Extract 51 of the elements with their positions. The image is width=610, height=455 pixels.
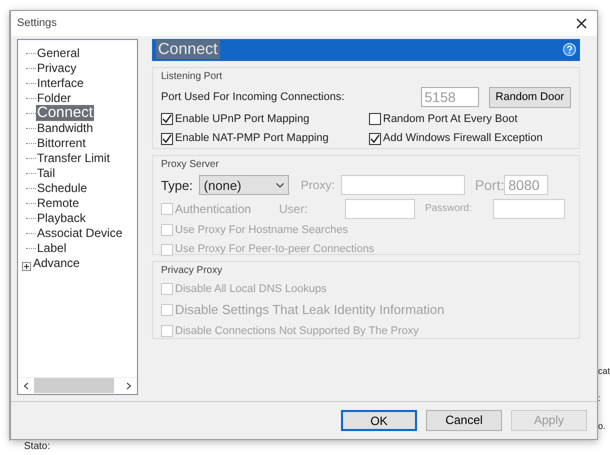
tree-item[interactable]: Tail <box>36 166 56 180</box>
checkbox[interactable] <box>161 113 173 126</box>
tree-item[interactable]: Associat Device <box>36 226 124 240</box>
dialog-button[interactable]: Cancel <box>426 410 502 431</box>
checkbox-label: Authentication <box>175 200 252 218</box>
field-label: Port Used For Incoming Connections: <box>161 90 346 106</box>
checkbox-label: Use Proxy For Hostname Searches <box>175 222 348 238</box>
checkbox-label: Enable NAT-PMP Port Mapping <box>175 131 329 146</box>
field-label: Proxy: <box>300 177 335 194</box>
field-label: Type: <box>161 176 193 195</box>
tree-item[interactable]: Schedule <box>36 181 88 196</box>
help-icon[interactable] <box>563 42 576 58</box>
field-label: User: <box>279 200 309 218</box>
text-fragment: cat <box>598 364 610 378</box>
checkbox-label: Add Windows Firewall Exception <box>383 131 543 146</box>
checkbox-label: Random Port At Every Boot <box>383 112 518 127</box>
status-label: Stato: <box>23 441 52 453</box>
group-title: Proxy Server <box>161 158 220 172</box>
checkbox-label: Disable Connections Not Supported By The Proxy <box>175 324 419 339</box>
tree-item[interactable]: Interface <box>36 76 85 90</box>
field-label: Port: <box>474 176 504 195</box>
text-fragment: o. <box>598 420 607 432</box>
dialog-button[interactable]: OK <box>341 410 417 431</box>
random-port-button[interactable]: Random Door <box>488 86 571 108</box>
tree-item[interactable]: General <box>36 46 81 60</box>
tree-item[interactable]: Advance <box>32 256 81 270</box>
horizontal-scrollbar[interactable] <box>18 376 137 394</box>
checkbox[interactable] <box>369 132 381 145</box>
text-fragment: : <box>598 392 602 405</box>
checkbox-label: Enable UPnP Port Mapping <box>175 112 310 127</box>
tree-item[interactable]: Bandwidth <box>36 121 94 136</box>
panel-title: Connect <box>156 40 220 60</box>
tree-item[interactable]: Bittorrent <box>36 136 87 150</box>
checkbox[interactable] <box>161 132 173 145</box>
checkbox-label: Use Proxy For Peer-to-peer Connections <box>175 242 374 258</box>
field-label: Password: <box>425 202 473 216</box>
tree-item[interactable]: Folder <box>36 91 72 106</box>
checkbox-label: Disable Settings That Leak Identity Information <box>175 301 444 320</box>
tree-item[interactable]: Remote <box>36 196 80 210</box>
group-title: Listening Port <box>161 70 224 84</box>
caret-icon <box>276 182 284 188</box>
tree-item[interactable]: Connect <box>36 105 94 122</box>
tree-item[interactable]: Transfer Limit <box>36 151 111 166</box>
checkbox-label: Disable All Local DNS Lookups <box>175 282 327 297</box>
group-title: Privacy Proxy <box>161 264 224 278</box>
window-title: Settings <box>17 16 57 32</box>
dropdown-value: (none) <box>204 176 242 195</box>
tree-item[interactable]: Privacy <box>36 61 78 76</box>
tree-item[interactable]: Label <box>36 241 68 256</box>
tree-item[interactable]: Playback <box>36 211 87 226</box>
checkbox[interactable] <box>369 113 381 126</box>
